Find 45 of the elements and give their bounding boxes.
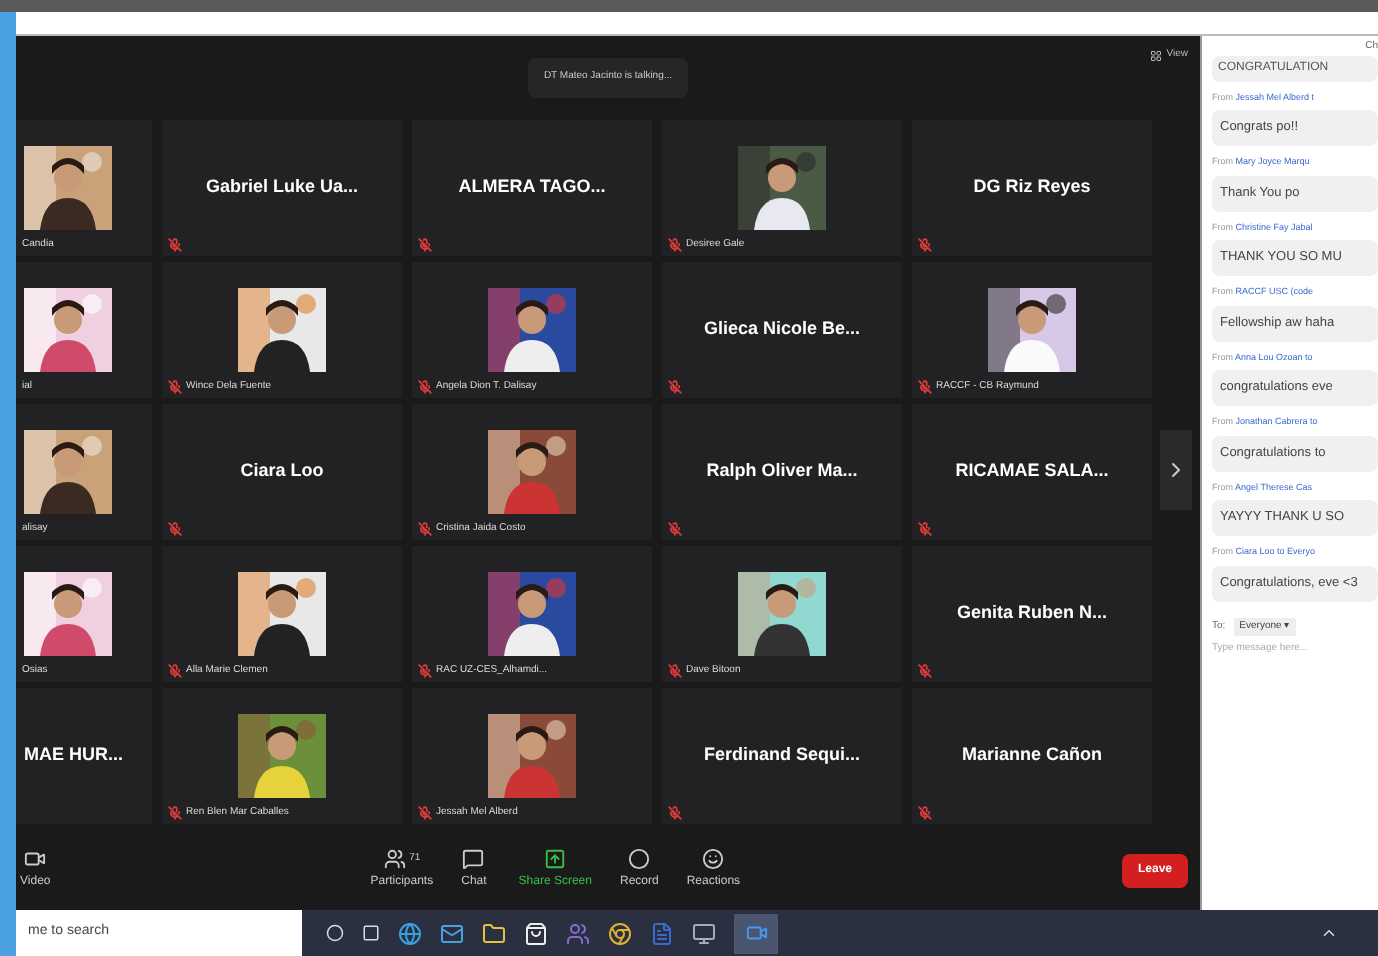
chat-icon <box>462 848 485 870</box>
participant-name: Marianne Cañon <box>961 742 1102 769</box>
browser-icon[interactable] <box>398 921 422 945</box>
muted-mic-icon <box>668 380 682 394</box>
muted-mic-icon <box>168 805 182 820</box>
participant-name: Ralph Oliver Ma... <box>706 458 858 485</box>
muted-mic-icon <box>168 522 182 536</box>
muted-mic-icon <box>418 663 432 678</box>
participant-name: Gabriel Luke Ua... <box>205 174 359 201</box>
app-icon[interactable] <box>692 921 716 945</box>
muted-mic-icon <box>668 522 682 536</box>
participant-name: Genita Ruben N... <box>956 600 1107 627</box>
record-icon <box>628 848 651 870</box>
muted-mic-icon <box>168 663 182 678</box>
muted-mic-icon <box>918 664 932 678</box>
store-icon[interactable] <box>524 921 548 945</box>
muted-mic-icon <box>168 379 182 394</box>
participant-name: ALMERA TAGO... <box>458 174 606 201</box>
participant-name: MAE HUR... <box>24 742 123 769</box>
participant-name: Ciara Loo <box>240 458 324 485</box>
participant-name: RICAMAE SALA... <box>955 458 1109 485</box>
muted-mic-icon <box>918 379 932 394</box>
muted-mic-icon <box>918 522 932 536</box>
muted-mic-icon <box>418 379 432 394</box>
muted-mic-icon <box>918 806 932 820</box>
muted-mic-icon <box>418 521 432 536</box>
participant-name: Glieca Nicole Be... <box>703 316 861 343</box>
participants-icon <box>383 848 406 870</box>
task-view-icon[interactable] <box>362 924 380 942</box>
participant-name: Ferdinand Sequi... <box>703 742 860 769</box>
muted-mic-icon <box>168 238 182 252</box>
grid-icon <box>1150 49 1163 62</box>
muted-mic-icon <box>668 237 682 252</box>
participant-name: DG Riz Reyes <box>973 174 1091 201</box>
share-icon <box>544 848 567 870</box>
tray-chevron-icon[interactable] <box>1320 924 1338 942</box>
muted-mic-icon <box>668 663 682 678</box>
folder-icon[interactable] <box>482 921 506 945</box>
mail-icon[interactable] <box>440 921 464 945</box>
reactions-icon <box>702 848 725 870</box>
muted-mic-icon <box>418 805 432 820</box>
muted-mic-icon <box>418 238 432 252</box>
muted-mic-icon <box>668 806 682 820</box>
video-icon <box>24 848 47 870</box>
muted-mic-icon <box>918 238 932 252</box>
